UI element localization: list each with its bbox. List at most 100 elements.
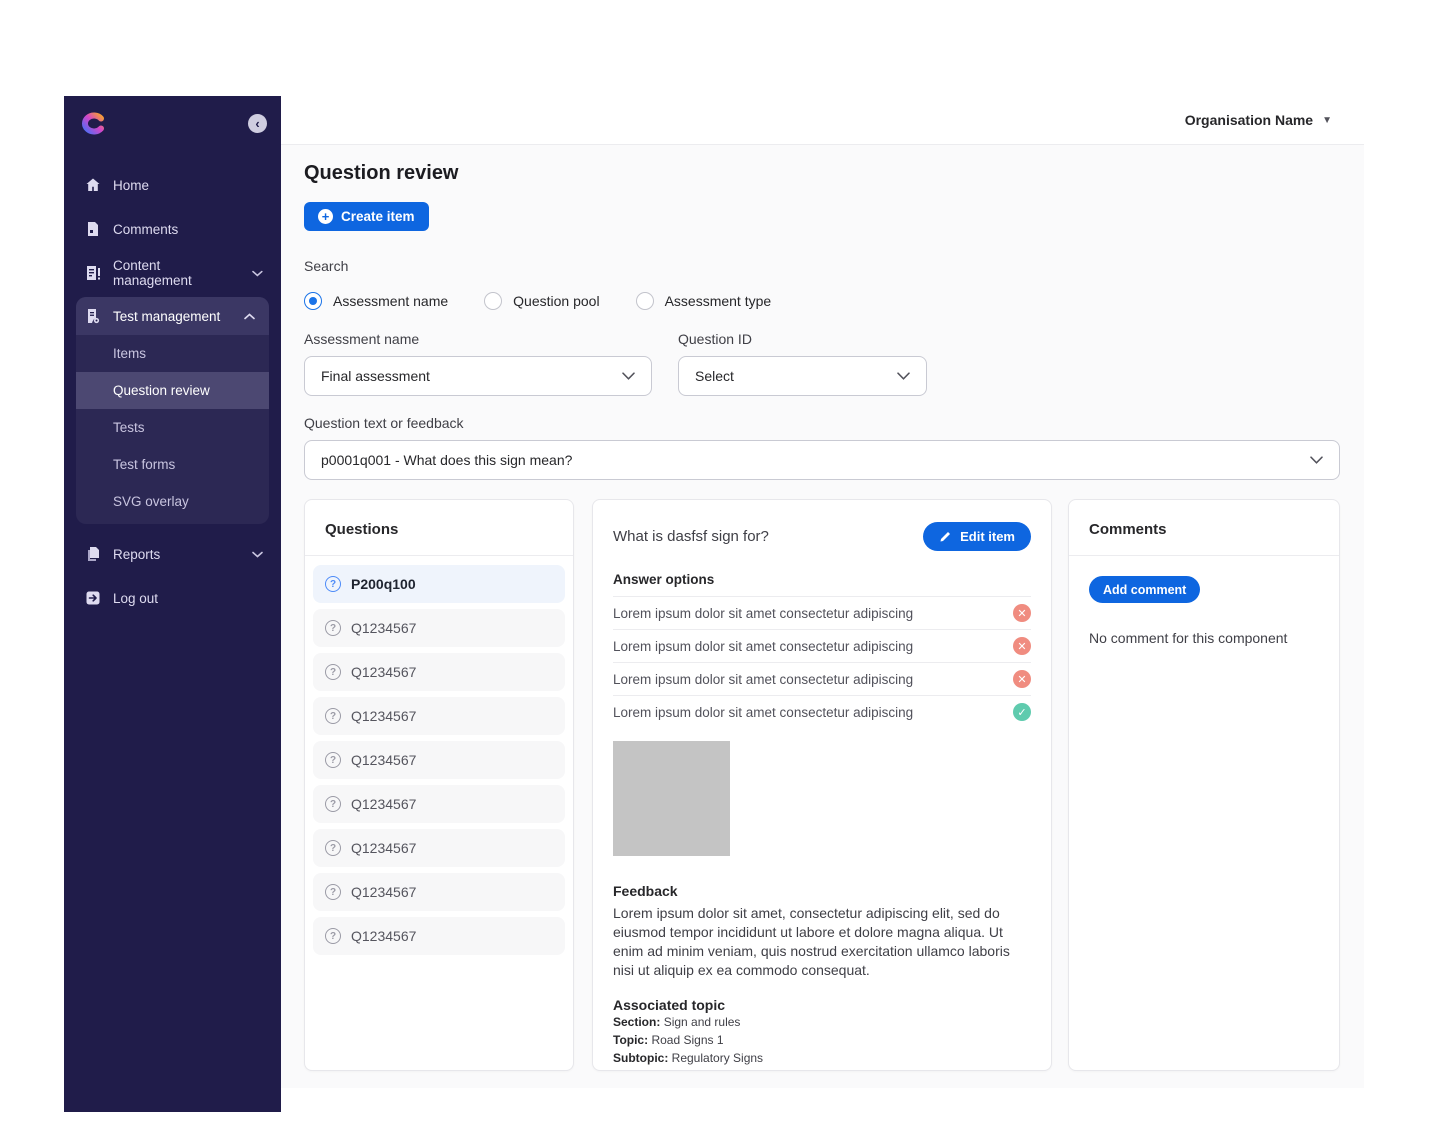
- pencil-icon: [940, 532, 951, 542]
- sidebar-subitem-test-forms[interactable]: Test forms: [76, 446, 269, 483]
- chevron-up-icon: [244, 312, 255, 319]
- select-value: p0001q001 - What does this sign mean?: [321, 452, 573, 468]
- app-logo: [80, 112, 106, 135]
- add-comment-label: Add comment: [1103, 582, 1187, 597]
- sidebar-item-logout[interactable]: Log out: [64, 576, 281, 620]
- comments-panel: Comments Add comment No comment for this…: [1068, 499, 1340, 1071]
- question-circle-icon: ?: [325, 576, 341, 592]
- chevron-down-icon: [1310, 456, 1323, 464]
- radio-question-pool[interactable]: Question pool: [484, 292, 600, 310]
- question-id-select[interactable]: Select: [678, 356, 927, 396]
- correct-icon: ✓: [1013, 703, 1031, 721]
- radio-icon: [635, 292, 654, 310]
- question-list-item[interactable]: ? Q1234567: [313, 785, 565, 823]
- question-id: Q1234567: [351, 796, 417, 812]
- question-circle-icon: ?: [325, 928, 341, 944]
- questions-panel: Questions ? P200q100 ? Q1234567 ? Q12345: [304, 499, 574, 1071]
- section-line: Section: Sign and rules: [613, 1014, 1031, 1031]
- sidebar-subitem-items[interactable]: Items: [76, 335, 269, 372]
- topic-line: Topic: Road Signs 1: [613, 1032, 1031, 1049]
- select-value: Final assessment: [321, 368, 430, 384]
- radio-label: Assessment name: [333, 293, 449, 309]
- question-list-item[interactable]: ? Q1234567: [313, 609, 565, 647]
- question-id: P200q100: [351, 576, 416, 592]
- page-content: Question review + Create item Search Ass…: [281, 145, 1364, 1095]
- question-list-item[interactable]: ? P200q100: [313, 565, 565, 603]
- question-circle-icon: ?: [325, 796, 341, 812]
- sidebar-subitem-question-review[interactable]: Question review: [76, 372, 269, 409]
- question-id: Q1234567: [351, 752, 417, 768]
- radio-assessment-name[interactable]: Assessment name: [304, 292, 448, 310]
- question-text-select[interactable]: p0001q001 - What does this sign mean?: [304, 440, 1340, 480]
- feedback-text: Lorem ipsum dolor sit amet, consectetur …: [613, 905, 1010, 978]
- sidebar-item-label: Test management: [113, 308, 221, 324]
- no-comments-text: No comment for this component: [1089, 630, 1288, 646]
- select-value: Select: [695, 368, 734, 384]
- organisation-name: Organisation Name: [1184, 112, 1314, 128]
- question-circle-icon: ?: [325, 840, 341, 856]
- sidebar-item-reports[interactable]: Reports: [64, 532, 281, 576]
- subtopic-value: Regulatory Signs: [671, 1051, 764, 1065]
- comments-panel-title: Comments: [1069, 500, 1339, 556]
- logout-icon: [86, 591, 100, 605]
- test-management-icon: [88, 309, 100, 324]
- incorrect-icon: ✕: [1013, 604, 1031, 622]
- question-circle-icon: ?: [325, 752, 341, 768]
- sidebar-item-label: Log out: [113, 590, 159, 606]
- sidebar-item-comments[interactable]: Comments: [64, 207, 281, 251]
- chevron-left-icon: ‹: [255, 116, 260, 131]
- edit-item-button[interactable]: Edit item: [923, 522, 1031, 551]
- create-item-label: Create item: [341, 209, 415, 224]
- question-circle-icon: ?: [325, 708, 341, 724]
- sidebar-item-content-management[interactable]: Content management: [64, 251, 281, 295]
- question-list-item[interactable]: ? Q1234567: [313, 873, 565, 911]
- subtopic-line: Subtopic: Regulatory Signs: [613, 1050, 1031, 1067]
- question-text-field: Question text or feedback p0001q001 - Wh…: [304, 415, 1340, 480]
- sidebar-subitem-svg-overlay[interactable]: SVG overlay: [76, 483, 269, 520]
- answer-option-row: Lorem ipsum dolor sit amet consectetur a…: [613, 695, 1031, 728]
- chevron-down-icon: [252, 270, 263, 277]
- organisation-dropdown[interactable]: Organisation Name ▼: [1185, 112, 1332, 128]
- content-management-icon: [87, 266, 100, 280]
- answer-option-row: Lorem ipsum dolor sit amet consectetur a…: [613, 662, 1031, 695]
- chevron-down-icon: [897, 372, 910, 380]
- question-list-item[interactable]: ? Q1234567: [313, 829, 565, 867]
- add-comment-button[interactable]: Add comment: [1089, 576, 1201, 603]
- question-list-item[interactable]: ? Q1234567: [313, 917, 565, 955]
- search-mode-radios: Assessment name Question pool Assessment…: [304, 292, 1340, 310]
- question-list-item[interactable]: ? Q1234567: [313, 653, 565, 691]
- incorrect-icon: ✕: [1013, 670, 1031, 688]
- sidebar: ‹ Home Comments Content management Test …: [64, 96, 281, 1112]
- question-circle-icon: ?: [325, 884, 341, 900]
- question-list-item[interactable]: ? Q1234567: [313, 697, 565, 735]
- answer-option-row: Lorem ipsum dolor sit amet consectetur a…: [613, 596, 1031, 629]
- chevron-down-icon: [622, 372, 635, 380]
- incorrect-icon: ✕: [1013, 637, 1031, 655]
- create-item-button[interactable]: + Create item: [304, 202, 429, 231]
- sidebar-subitem-tests[interactable]: Tests: [76, 409, 269, 446]
- sidebar-item-label: Content management: [113, 258, 192, 288]
- answer-text: Lorem ipsum dolor sit amet consectetur a…: [613, 605, 914, 621]
- radio-assessment-type[interactable]: Assessment type: [635, 292, 771, 310]
- question-id: Q1234567: [351, 928, 417, 944]
- edit-item-label: Edit item: [960, 529, 1015, 544]
- sidebar-item-label: Home: [113, 177, 150, 193]
- answer-text: Lorem ipsum dolor sit amet consectetur a…: [613, 638, 914, 654]
- section-label: Section:: [613, 1015, 661, 1029]
- sidebar-item-test-management[interactable]: Test management: [76, 297, 269, 335]
- question-circle-icon: ?: [325, 620, 341, 636]
- question-list-item[interactable]: ? Q1234567: [313, 741, 565, 779]
- question-detail-panel: What is dasfsf sign for? Edit item Answe…: [592, 499, 1052, 1071]
- radio-icon: [484, 292, 503, 310]
- question-id: Q1234567: [351, 620, 417, 636]
- test-management-submenu: Items Question review Tests Test forms S…: [76, 335, 269, 524]
- question-circle-icon: ?: [325, 664, 341, 680]
- question-id: Q1234567: [351, 708, 417, 724]
- collapse-sidebar-button[interactable]: ‹: [248, 114, 267, 133]
- assessment-name-select[interactable]: Final assessment: [304, 356, 652, 396]
- radio-label: Question pool: [513, 293, 600, 309]
- sidebar-item-home[interactable]: Home: [64, 163, 281, 207]
- radio-icon: [304, 292, 322, 310]
- caret-down-icon: ▼: [1322, 114, 1332, 126]
- assessment-name-label: Assessment name: [304, 331, 420, 347]
